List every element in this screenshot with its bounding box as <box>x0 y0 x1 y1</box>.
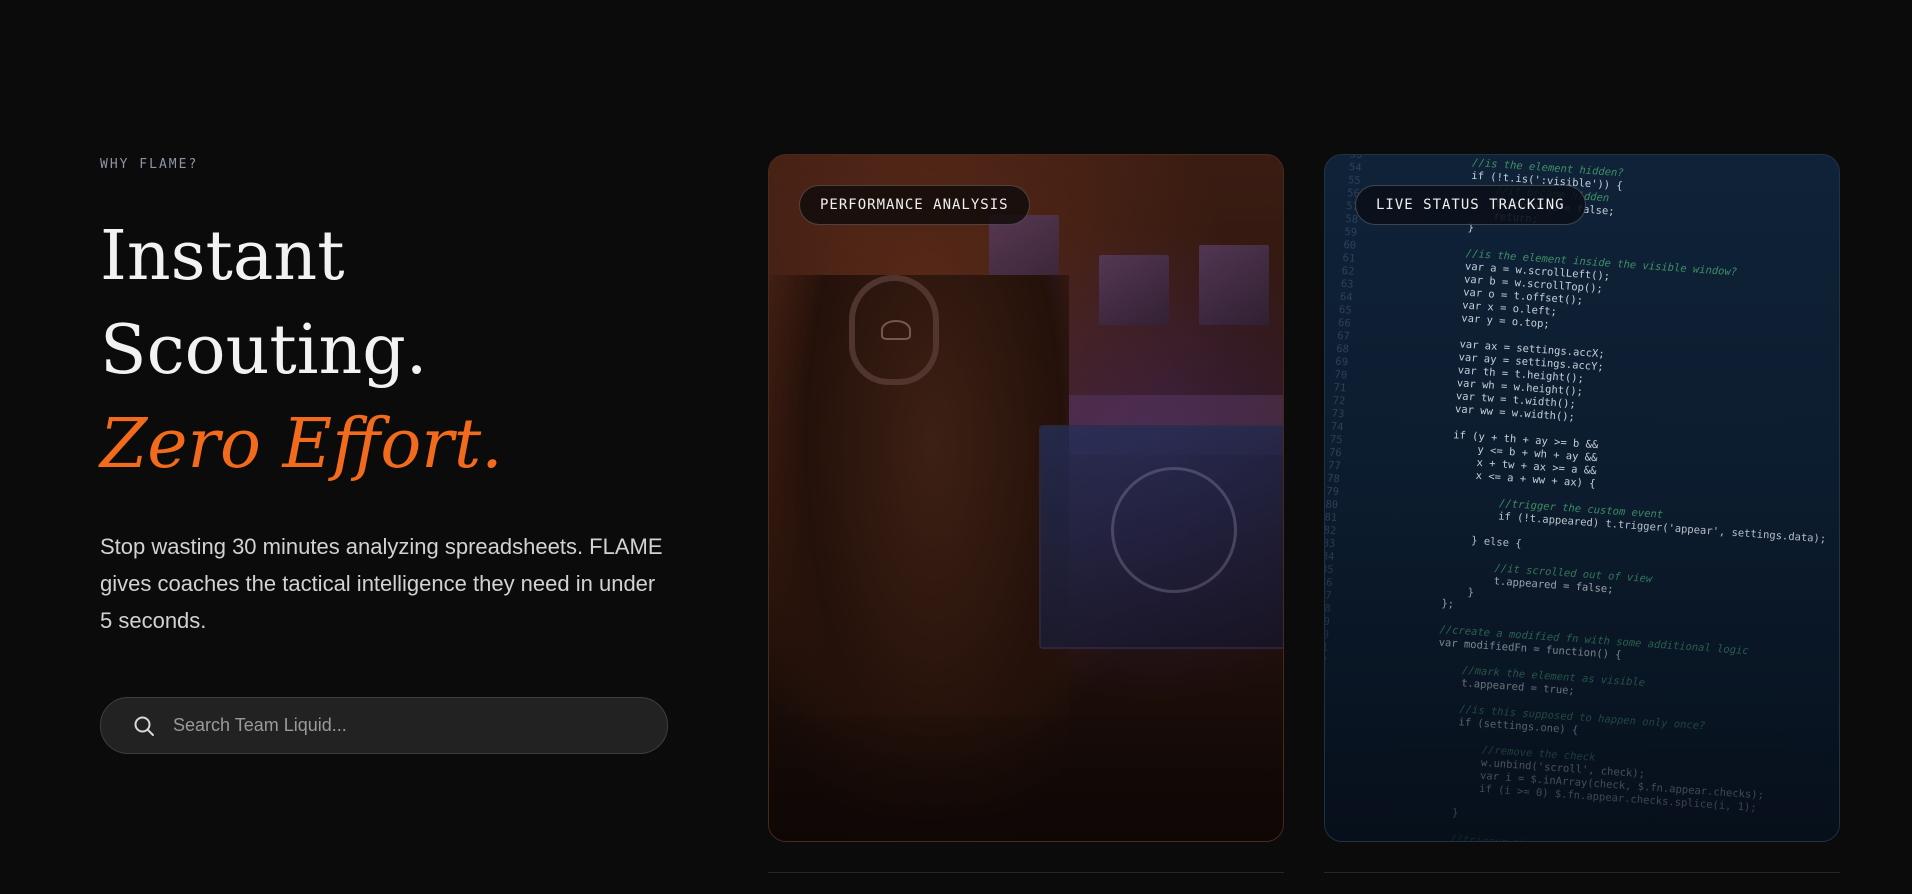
code-line-number: 94 <box>1325 679 1326 694</box>
live-status-tracking-badge: LIVE STATUS TRACKING <box>1355 185 1586 225</box>
code-line-number: 74 <box>1330 420 1344 434</box>
hero-headline: Instant Scouting. Zero Effort. <box>100 210 503 492</box>
search-icon <box>131 713 157 739</box>
card-divider <box>1324 872 1840 873</box>
stage-banner <box>1199 245 1269 325</box>
eyebrow-label: WHY FLAME? <box>100 157 199 172</box>
code-line-text: } <box>1426 805 1459 820</box>
live-status-tracking-card[interactable]: 53//is the element hidden? 54 if (!t.is(':… <box>1324 154 1840 842</box>
code-line-number: 81 <box>1324 511 1338 525</box>
code-line-number: 82 <box>1324 524 1337 538</box>
code-line-number: 86 <box>1324 576 1334 590</box>
hero-description: Stop wasting 30 minutes analyzing spread… <box>100 534 663 633</box>
code-line-number: 92 <box>1324 653 1328 667</box>
code-listing: 53//is the element hidden? 54 if (!t.is(':… <box>1324 155 1839 841</box>
code-line-number: 80 <box>1324 498 1339 512</box>
code-line-number: 72 <box>1332 394 1346 408</box>
code-line-number: 76 <box>1328 446 1343 460</box>
performance-analysis-badge: PERFORMANCE ANALYSIS <box>799 185 1030 225</box>
performance-analysis-card[interactable]: PERFORMANCE ANALYSIS <box>768 154 1284 842</box>
headline-accent: Zero Effort. <box>100 405 503 484</box>
code-line-number: 87 <box>1324 589 1333 602</box>
code-line-text: }; <box>1440 597 1455 611</box>
game-monitor <box>1039 425 1283 649</box>
code-line-number: 84 <box>1324 550 1335 564</box>
page: WHY FLAME? Instant Scouting. Zero Effort… <box>0 0 1912 894</box>
code-line-number: 75 <box>1329 433 1343 447</box>
code-line-number: 88 <box>1324 602 1332 615</box>
headline-line-2: Scouting. <box>100 311 428 390</box>
code-line-number: 95 <box>1324 692 1325 707</box>
stage-banner <box>1099 255 1169 325</box>
card-divider <box>768 872 1284 873</box>
monitor-ring <box>1111 467 1237 593</box>
code-line-number: 78 <box>1326 472 1341 486</box>
headset-logo <box>881 320 911 340</box>
desk-shadow <box>769 715 1283 841</box>
code-line-number: 93 <box>1324 666 1327 680</box>
code-line-number: 90 <box>1324 628 1330 641</box>
code-line-number: 79 <box>1325 485 1340 499</box>
code-line-number: 73 <box>1331 407 1345 421</box>
code-line-number: 85 <box>1324 563 1334 577</box>
code-line-number: 89 <box>1324 615 1331 628</box>
code-line-number: 83 <box>1324 537 1336 551</box>
headline-line-1: Instant <box>100 217 345 296</box>
code-line-number: 91 <box>1324 641 1329 654</box>
team-search-bar[interactable] <box>100 697 668 754</box>
esports-player-image <box>769 155 1283 841</box>
code-line-number: 77 <box>1327 459 1342 473</box>
search-input[interactable] <box>171 704 667 747</box>
